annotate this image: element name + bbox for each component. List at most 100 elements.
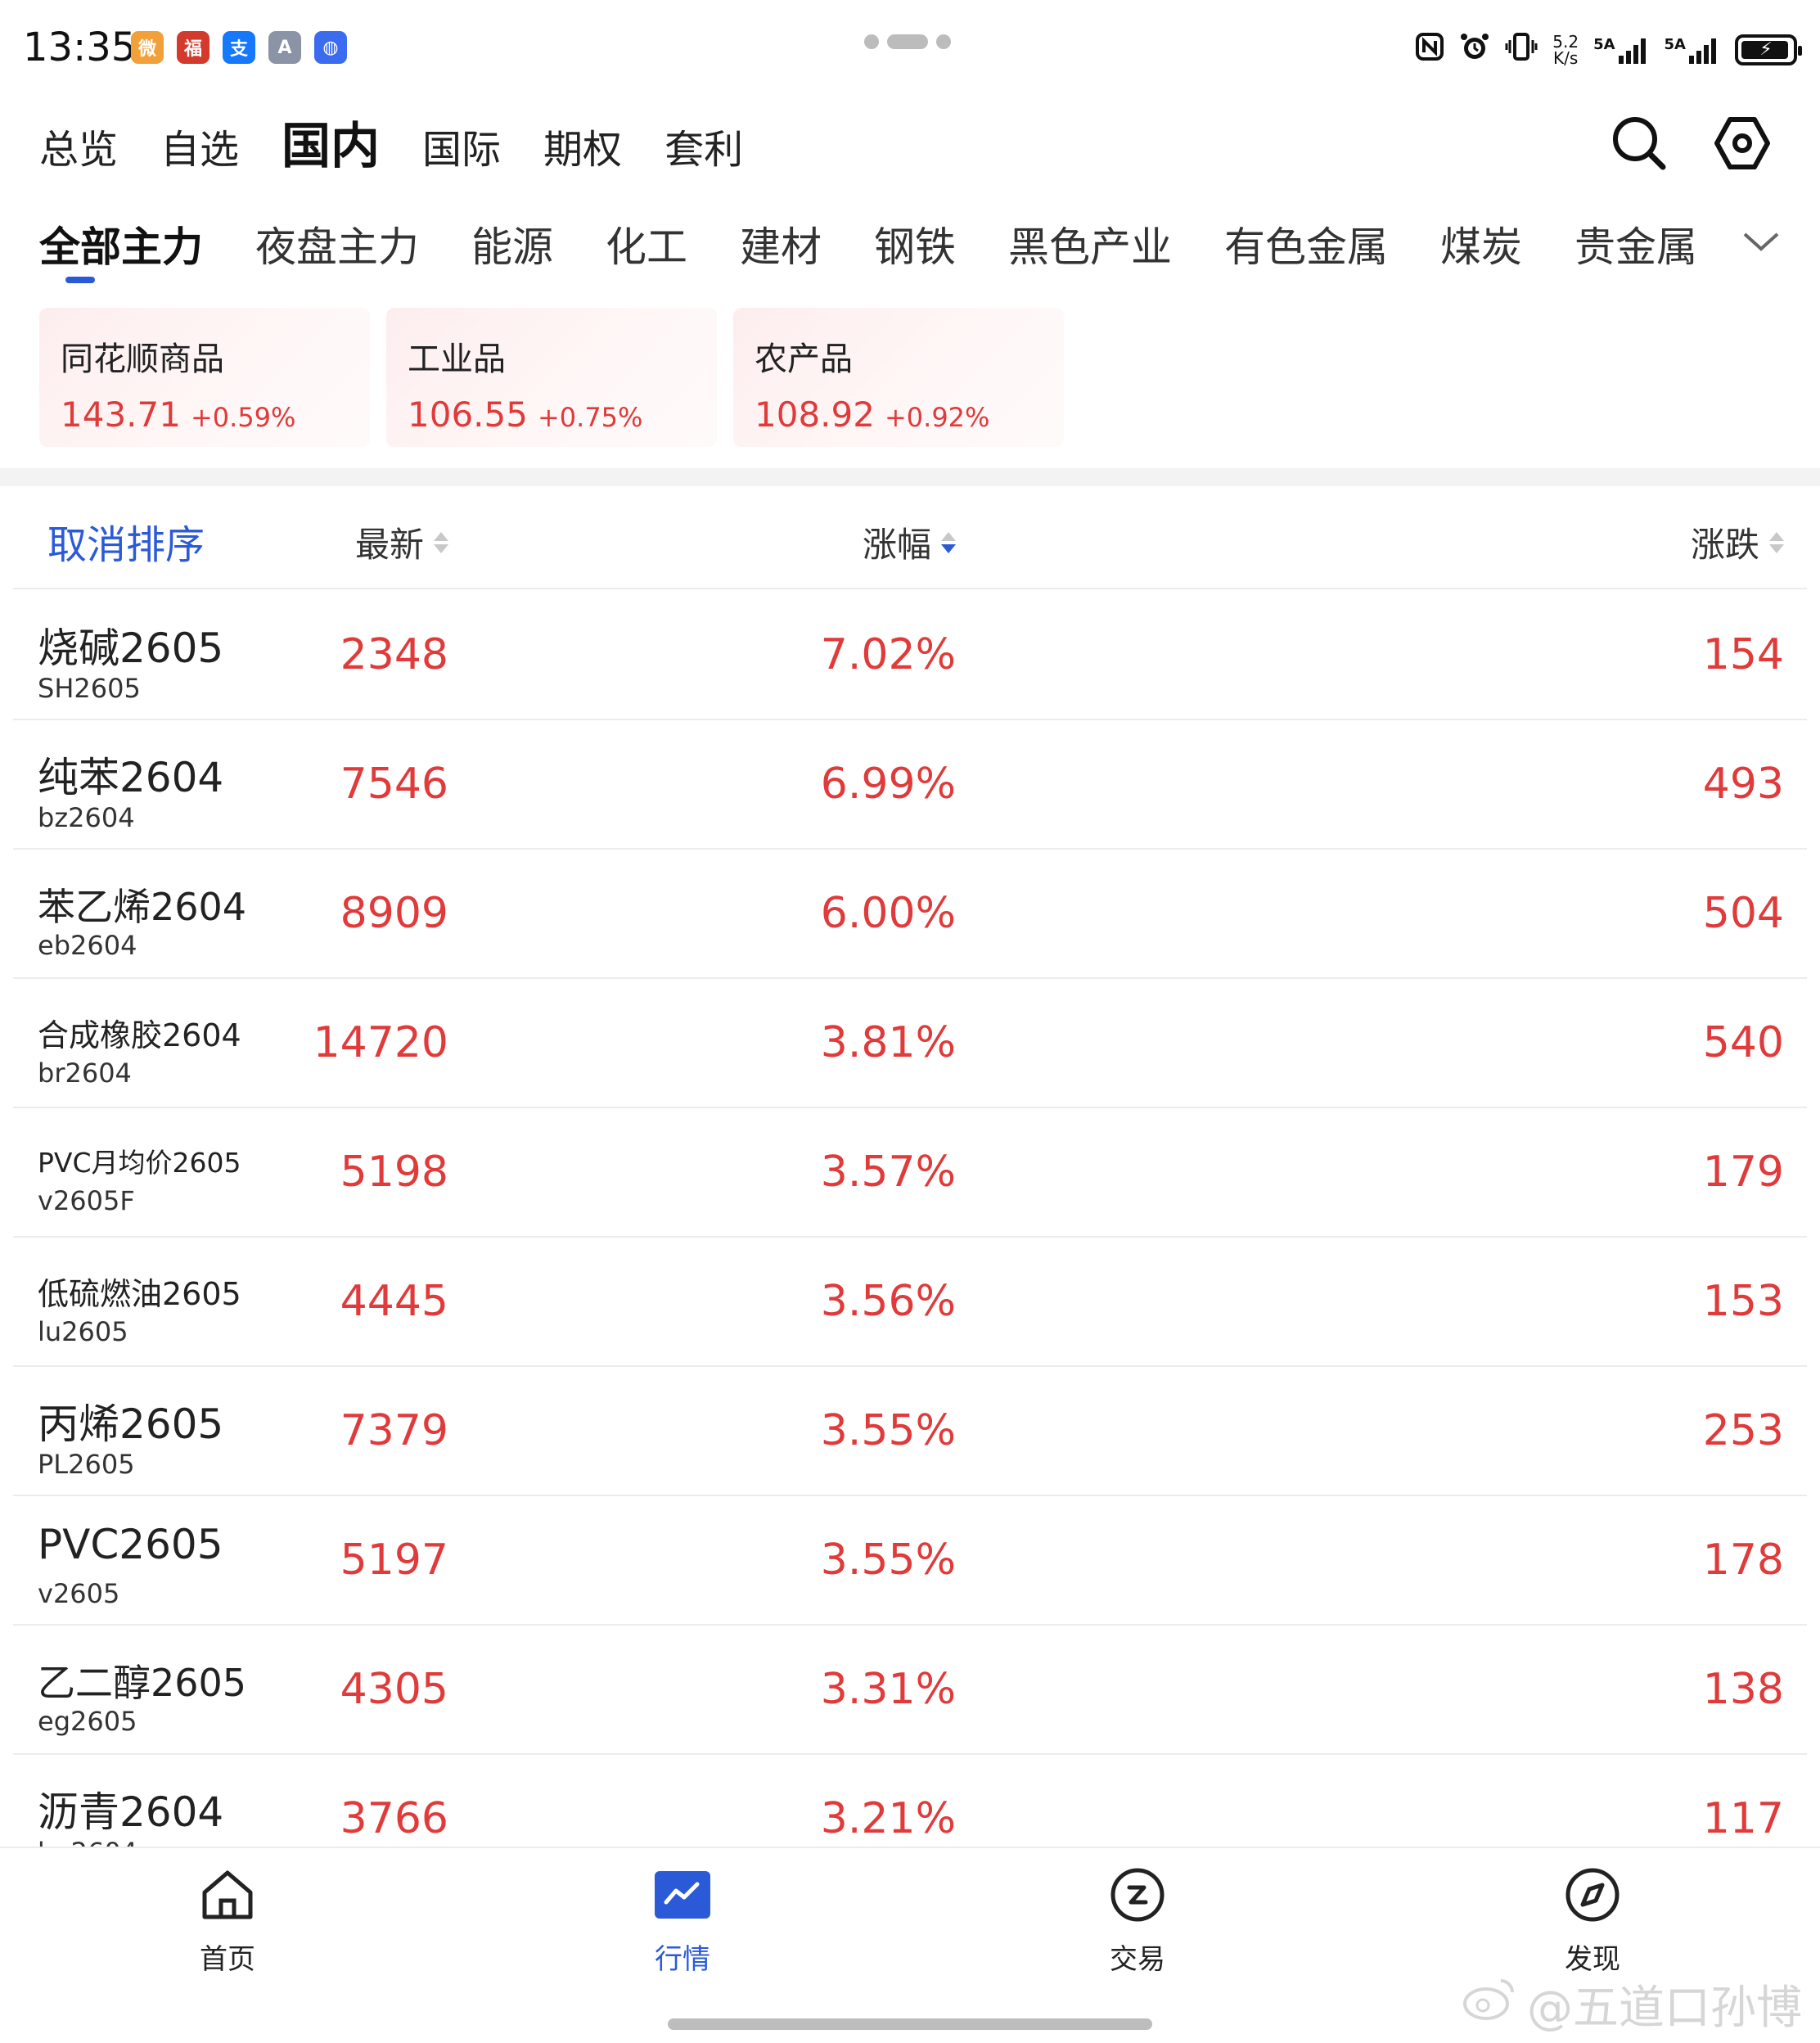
- cat-tab-energy[interactable]: 能源: [471, 214, 553, 273]
- net-speed-unit: K/s: [1553, 47, 1579, 68]
- change-percent: 3.57%: [820, 1148, 956, 1197]
- category-tabs: 全部主力 夜盘主力 能源 化工 建材 钢铁 黑色产业 有色金属 煤炭 贵金属: [39, 214, 1697, 273]
- cat-tab-ferrous[interactable]: 黑色产业: [1008, 214, 1172, 273]
- index-name: 农产品: [755, 340, 853, 378]
- tab-arbitrage[interactable]: 套利: [664, 117, 743, 174]
- tab-domestic[interactable]: 国内: [282, 106, 380, 178]
- nav-discover[interactable]: 发现: [1511, 1868, 1674, 1977]
- red-app-icon: 福: [177, 31, 209, 64]
- table-row[interactable]: 纯苯2604 bz2604 7546 6.99% 493: [13, 720, 1807, 850]
- table-row[interactable]: PVC2605 v2605 5197 3.55% 178: [13, 1496, 1807, 1626]
- contract-code: eg2605: [38, 1706, 137, 1737]
- tab-options[interactable]: 期权: [543, 117, 622, 174]
- contract-code: v2605F: [38, 1185, 135, 1216]
- table-row[interactable]: PVC月均价2605 v2605F 5198 3.57% 179: [13, 1108, 1807, 1238]
- contract-name: PVC2605: [38, 1521, 223, 1568]
- cat-tab-night-main[interactable]: 夜盘主力: [255, 214, 419, 273]
- contract-name: 丙烯2605: [38, 1400, 224, 1448]
- change-percent: 7.02%: [820, 630, 956, 679]
- tab-international[interactable]: 国际: [422, 117, 501, 174]
- cat-tab-coal[interactable]: 煤炭: [1440, 214, 1522, 273]
- cat-tab-chemical[interactable]: 化工: [606, 214, 687, 273]
- contract-name: PVC月均价2605: [38, 1147, 241, 1179]
- index-name: 工业品: [408, 340, 506, 378]
- quote-list: 烧碱2605 SH2605 2348 7.02% 154 纯苯2604 bz26…: [13, 591, 1807, 1884]
- contract-code: lu2605: [38, 1316, 128, 1347]
- settings-hexagon-icon[interactable]: [1714, 115, 1771, 175]
- section-divider: [0, 468, 1820, 486]
- search-icon[interactable]: [1611, 115, 1668, 175]
- change-amount: 153: [1702, 1277, 1784, 1326]
- cat-tab-precious[interactable]: 贵金属: [1574, 214, 1697, 273]
- change-percent: 3.81%: [820, 1018, 956, 1067]
- contract-name: 烧碱2605: [38, 625, 224, 672]
- table-row[interactable]: 苯乙烯2604 eb2604 8909 6.00% 504: [13, 850, 1807, 979]
- contract-code: v2605: [38, 1578, 120, 1609]
- sort-pct-header[interactable]: 涨幅: [863, 517, 956, 567]
- chevron-down-icon[interactable]: [1741, 229, 1781, 257]
- home-gesture-bar[interactable]: [668, 2018, 1152, 2030]
- header-latest-label: 最新: [354, 525, 424, 565]
- cancel-sort-button[interactable]: 取消排序: [47, 512, 205, 570]
- sort-chg-header[interactable]: 涨跌: [1691, 517, 1784, 567]
- table-row[interactable]: 乙二醇2605 eg2605 4305 3.31% 138: [13, 1626, 1807, 1755]
- charging-bolt-icon: ⚡: [1759, 39, 1773, 60]
- tab-watchlist[interactable]: 自选: [160, 117, 239, 174]
- multi-window-indicator[interactable]: [864, 34, 951, 49]
- vibrate-icon: [1505, 32, 1538, 67]
- latest-price: 4445: [340, 1277, 448, 1326]
- contract-name: 乙二醇2605: [38, 1661, 247, 1705]
- top-nav: 总览 自选 国内 国际 期权 套利: [39, 106, 743, 178]
- weibo-logo-icon: [1462, 1974, 1519, 2035]
- cat-tab-nonferrous[interactable]: 有色金属: [1224, 214, 1388, 273]
- index-card-ths-commodity[interactable]: 同花顺商品 143.71 +0.59%: [39, 308, 370, 447]
- market-chart-icon: [653, 1868, 712, 1925]
- weibo-app-icon: 微: [131, 31, 164, 64]
- contract-code: PL2605: [38, 1449, 135, 1480]
- tab-overview[interactable]: 总览: [39, 117, 118, 174]
- cat-tab-steel[interactable]: 钢铁: [874, 214, 956, 273]
- nav-trade[interactable]: 交易: [1056, 1868, 1219, 1977]
- latest-price: 7379: [340, 1406, 448, 1455]
- change-percent: 3.31%: [820, 1665, 956, 1714]
- index-card-industrial[interactable]: 工业品 106.55 +0.75%: [386, 308, 717, 447]
- index-value: 108.92: [755, 395, 875, 435]
- table-row[interactable]: 合成橡胶2604 br2604 14720 3.81% 540: [13, 979, 1807, 1108]
- contract-code: SH2605: [38, 673, 141, 704]
- change-percent: 6.99%: [820, 760, 956, 809]
- sort-latest-header[interactable]: 最新: [355, 517, 448, 567]
- nav-home-label: 首页: [200, 1943, 255, 1976]
- latest-price: 4305: [340, 1665, 448, 1714]
- active-tab-indicator: [65, 277, 95, 283]
- circle-app-icon: A: [268, 31, 301, 64]
- battery-icon: ⚡: [1735, 34, 1802, 65]
- top-actions: [1611, 115, 1771, 175]
- change-percent: 3.55%: [820, 1406, 956, 1455]
- change-percent: 3.21%: [820, 1794, 956, 1843]
- index-card-agricultural[interactable]: 农产品 108.92 +0.92%: [733, 308, 1064, 447]
- table-row[interactable]: 丙烯2605 PL2605 7379 3.55% 253: [13, 1367, 1807, 1496]
- contract-code: eb2604: [38, 930, 137, 961]
- signal-strength-icon: 5A: [1593, 36, 1649, 64]
- change-amount: 504: [1702, 889, 1784, 938]
- cat-tab-building[interactable]: 建材: [740, 214, 822, 273]
- contract-name: 合成橡胶2604: [38, 1017, 241, 1053]
- table-row[interactable]: 低硫燃油2605 lu2605 4445 3.56% 153: [13, 1238, 1807, 1367]
- change-amount: 493: [1702, 760, 1784, 809]
- latest-price: 2348: [340, 630, 448, 679]
- table-row[interactable]: 烧碱2605 SH2605 2348 7.02% 154: [13, 591, 1807, 720]
- cat-tab-all-main[interactable]: 全部主力: [39, 214, 203, 273]
- nav-market[interactable]: 行情: [601, 1868, 764, 1977]
- index-cards: 同花顺商品 143.71 +0.59% 工业品 106.55 +0.75% 农产…: [39, 308, 1064, 447]
- contract-name: 纯苯2604: [38, 754, 224, 801]
- header-pct-label: 涨幅: [862, 525, 931, 565]
- nav-home[interactable]: 首页: [146, 1868, 309, 1977]
- change-amount: 253: [1702, 1406, 1784, 1455]
- change-percent: 3.55%: [820, 1536, 956, 1585]
- contract-name: 低硫燃油2605: [38, 1276, 241, 1312]
- watermark: @五道口孙博: [1462, 1971, 1802, 2037]
- latest-price: 7546: [340, 760, 448, 809]
- nfc-icon: [1415, 32, 1444, 67]
- change-amount: 138: [1702, 1665, 1784, 1714]
- header-chg-label: 涨跌: [1690, 525, 1759, 565]
